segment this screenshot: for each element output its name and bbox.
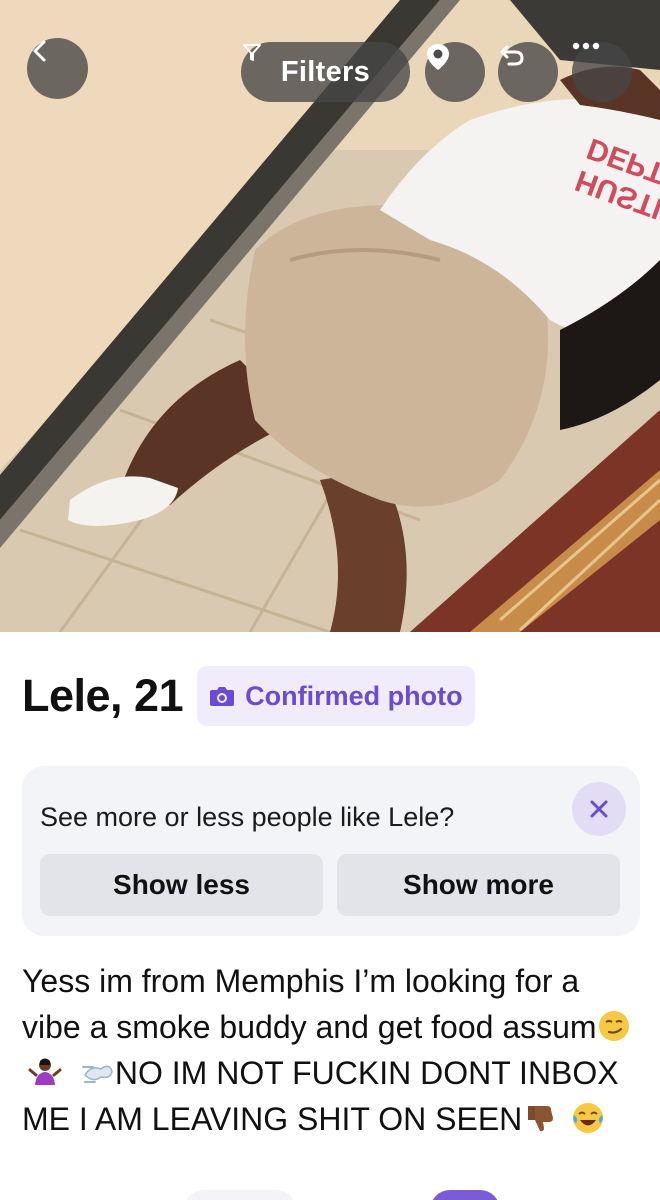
smirk-emoji-icon: [598, 1011, 629, 1041]
camera-icon: [210, 687, 235, 706]
undo-icon: [500, 45, 524, 66]
undo-button[interactable]: [498, 42, 558, 102]
location-pin-icon: [427, 44, 449, 70]
close-icon: [590, 800, 608, 818]
preference-card: See more or less people like Lele? Show …: [22, 766, 640, 936]
profile-header: Lele, 21 Confirmed photo: [22, 664, 475, 728]
profile-photo[interactable]: HUSTLE DEPT. Filters: [0, 0, 660, 632]
more-dots-icon: [572, 42, 600, 50]
filter-icon: [243, 44, 261, 61]
bottom-action-peek[interactable]: [184, 1190, 296, 1200]
location-button[interactable]: [425, 42, 485, 102]
profile-name-age: Lele, 21: [22, 670, 184, 721]
show-more-button[interactable]: Show more: [337, 854, 620, 916]
confirmed-photo-label: Confirmed photo: [245, 680, 463, 711]
dismiss-card-button[interactable]: [572, 782, 626, 836]
preference-question: See more or less people like Lele?: [40, 802, 455, 832]
filters-label: Filters: [280, 55, 371, 88]
thumbs-down-icon: [528, 1106, 554, 1132]
more-options-button[interactable]: [572, 42, 632, 102]
filters-button[interactable]: Filters: [241, 42, 410, 102]
bio-text-part1: Yess im from Memphis I’m looking for a v…: [22, 963, 597, 1045]
dash-emoji-icon: [81, 1065, 113, 1083]
back-button[interactable]: [27, 38, 88, 99]
profile-bio: Yess im from Memphis I’m looking for a v…: [22, 958, 642, 1142]
laughing-tears-emoji-icon: [573, 1103, 604, 1133]
bottom-action-peek-accent[interactable]: [430, 1190, 500, 1200]
confirmed-photo-badge[interactable]: Confirmed photo: [197, 666, 475, 726]
show-less-button[interactable]: Show less: [40, 854, 323, 916]
chevron-left-icon: [33, 40, 46, 62]
person-shrugging-icon: [28, 1058, 62, 1085]
